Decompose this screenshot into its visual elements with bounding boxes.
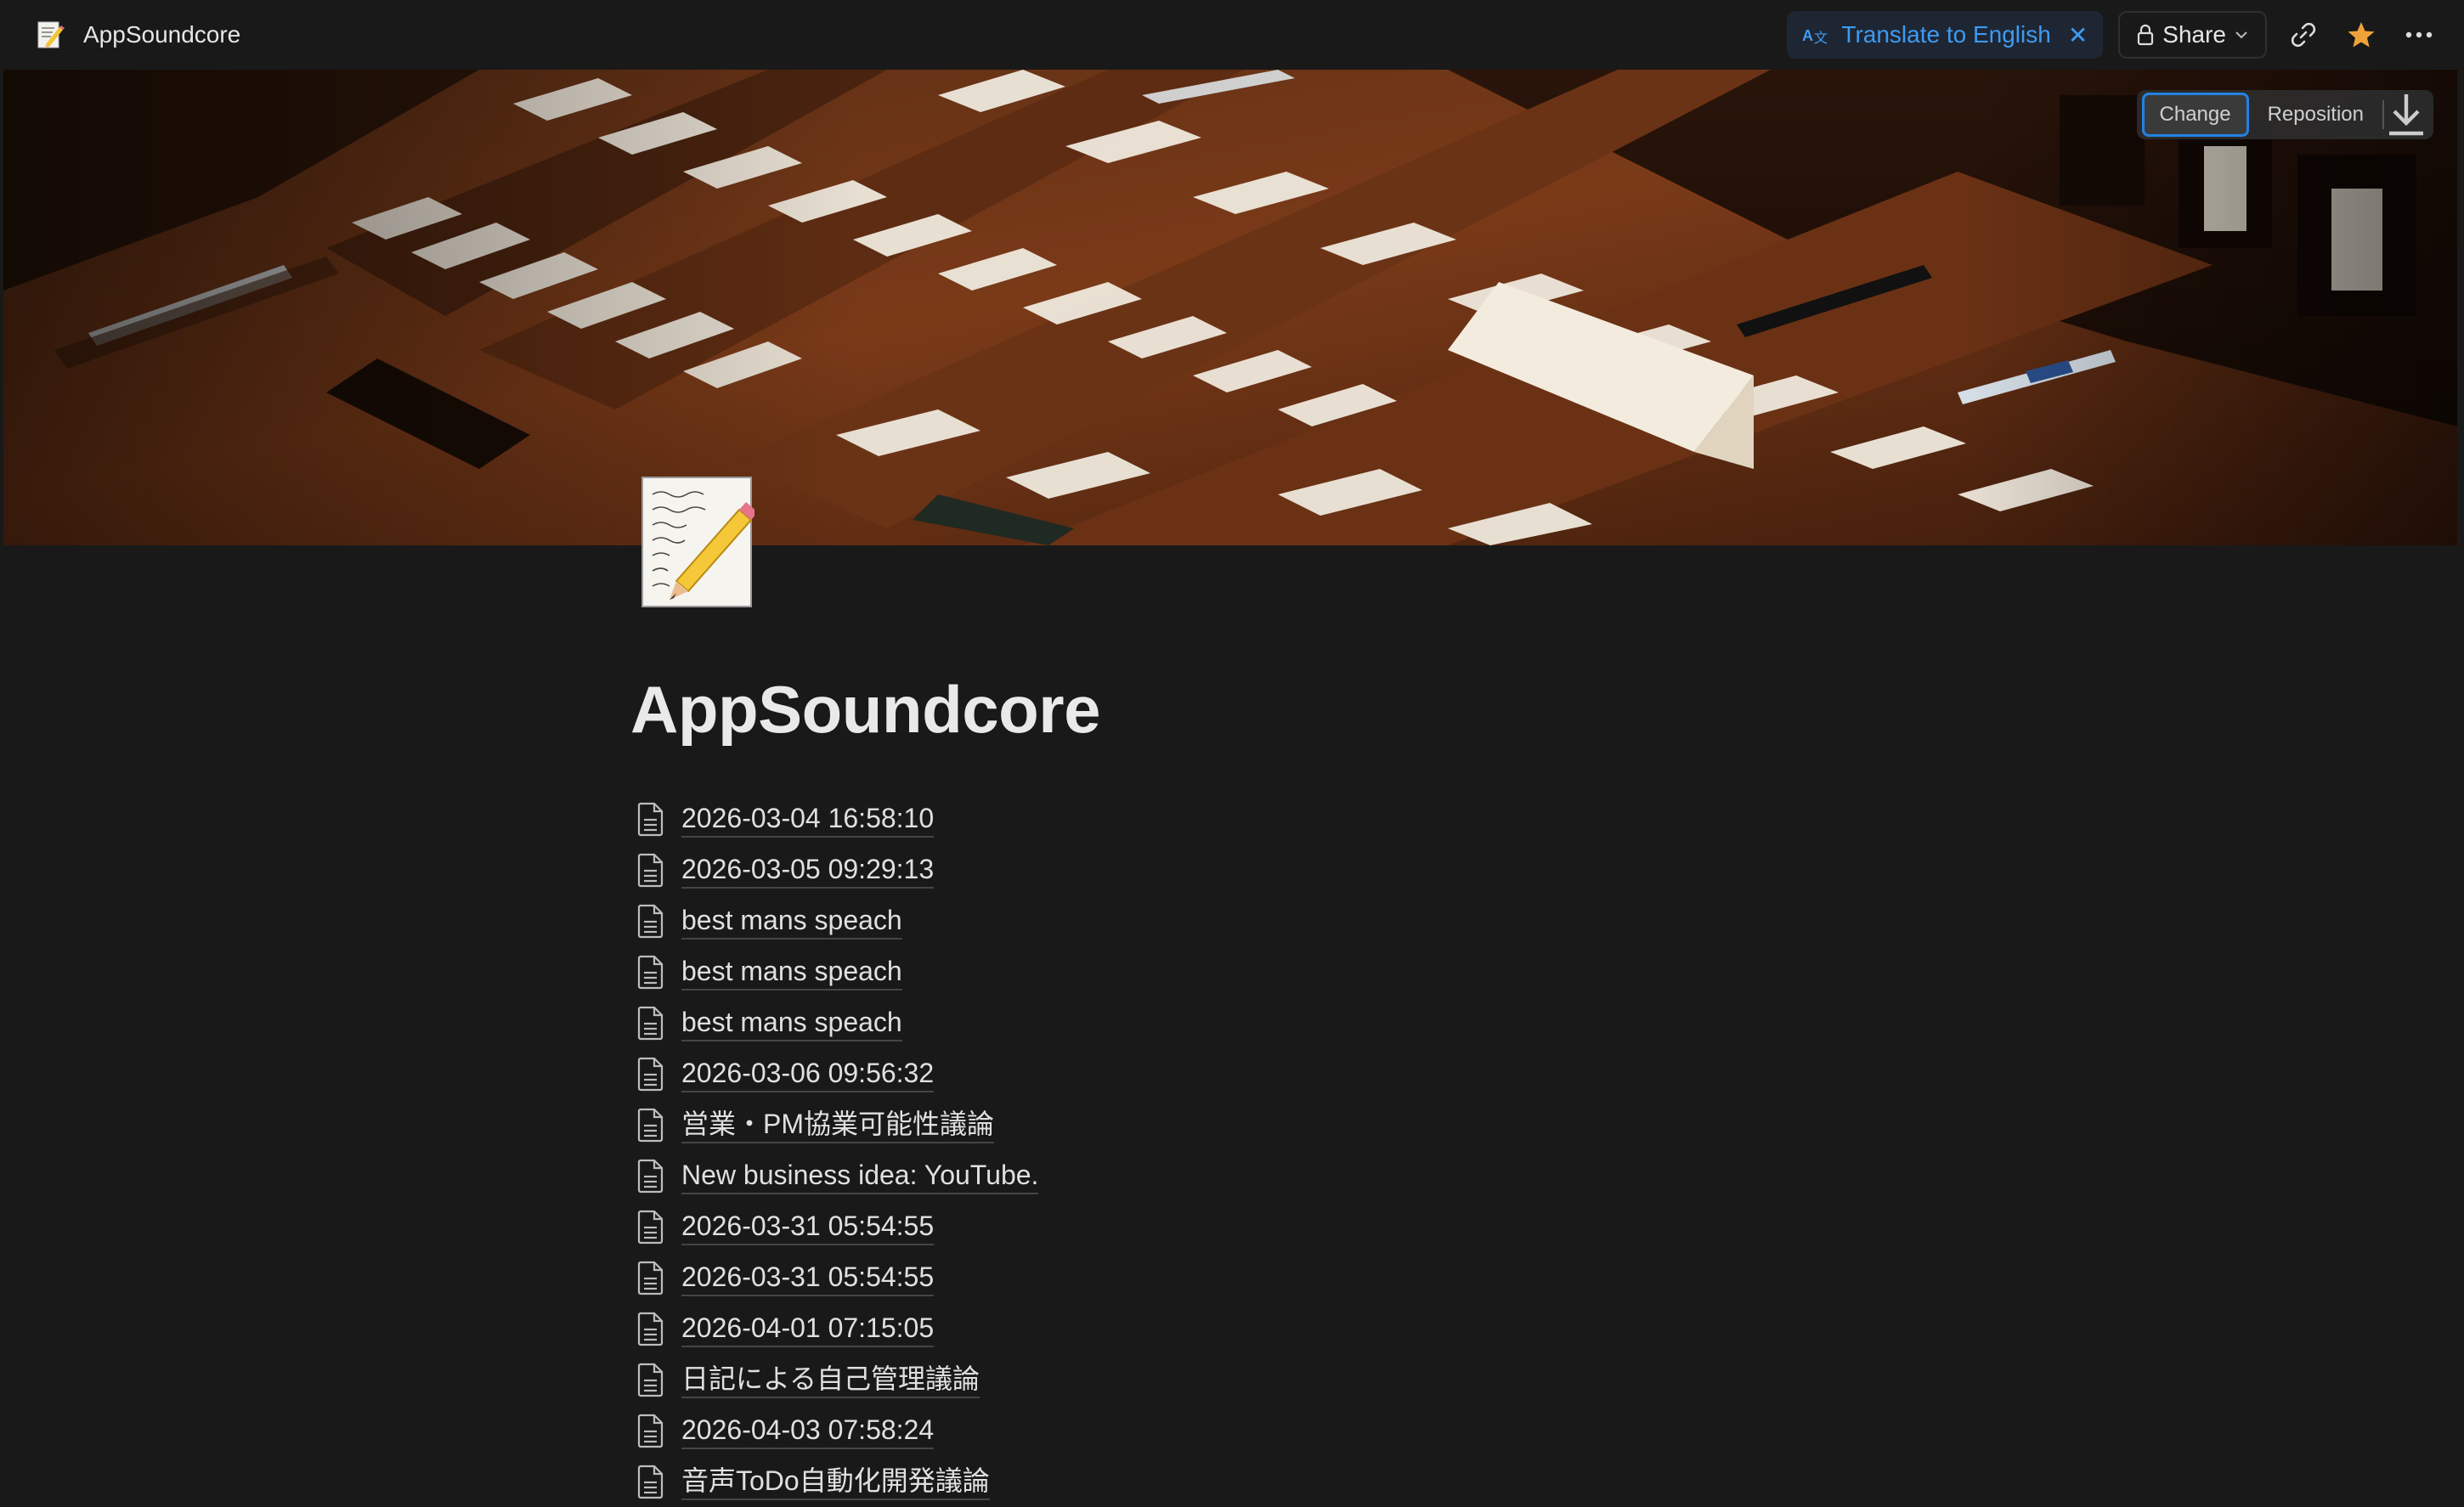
svg-text:文: 文 (1814, 30, 1828, 46)
page-icon (637, 1108, 664, 1143)
page-link[interactable]: best mans speach (681, 1005, 902, 1041)
memo-icon[interactable] (639, 474, 754, 610)
list-item[interactable]: best mans speach (634, 997, 1038, 1048)
page-link[interactable]: 2026-03-31 05:54:55 (681, 1260, 935, 1296)
svg-text:A: A (1802, 27, 1813, 44)
page-link[interactable]: best mans speach (681, 954, 902, 991)
favorite-button[interactable] (2340, 14, 2382, 56)
close-icon[interactable]: ✕ (2068, 21, 2088, 49)
page-icon (637, 853, 664, 888)
list-item[interactable]: 2026-03-05 09:29:13 (634, 844, 1038, 895)
page-icon (637, 1363, 664, 1397)
top-bar: AppSoundcore A 文 Translate to English ✕ … (0, 0, 2464, 70)
page-icon (637, 1414, 664, 1448)
page-link[interactable]: 2026-04-01 07:15:05 (681, 1311, 935, 1347)
list-item[interactable]: 2026-03-06 09:56:32 (634, 1048, 1038, 1099)
page-link[interactable]: best mans speach (681, 903, 902, 940)
change-cover-button[interactable]: Change (2141, 93, 2249, 137)
list-item[interactable]: 2026-03-31 05:54:55 (634, 1201, 1038, 1252)
page-link[interactable]: 2026-04-03 07:58:24 (681, 1413, 935, 1449)
page-icon (637, 904, 664, 939)
list-item[interactable]: 2026-03-04 16:58:10 (634, 793, 1038, 844)
list-item[interactable]: New business idea: YouTube. (634, 1150, 1039, 1201)
list-item[interactable]: best mans speach (634, 895, 1038, 946)
page-icon (637, 1465, 664, 1499)
page-icon (637, 955, 664, 990)
translate-button[interactable]: A 文 Translate to English ✕ (1787, 11, 2104, 59)
page-icon (637, 1159, 664, 1194)
cover-photo (3, 70, 2457, 545)
memo-icon (37, 21, 65, 48)
list-item[interactable]: 音声ToDo自動化開発議論 (634, 1456, 1038, 1507)
page-icon (637, 1261, 664, 1295)
page-link[interactable]: 2026-03-31 05:54:55 (681, 1209, 935, 1245)
copy-link-button[interactable] (2282, 14, 2325, 56)
breadcrumb[interactable]: AppSoundcore (0, 20, 240, 49)
share-label: Share (2162, 21, 2226, 48)
page-link[interactable]: New business idea: YouTube. (681, 1158, 1039, 1194)
lock-icon (2138, 24, 2154, 46)
share-button[interactable]: Share (2118, 11, 2267, 59)
subpage-list: 2026-03-04 16:58:10 2026-03-05 09:29:13 … (634, 793, 1039, 1507)
page-link[interactable]: 2026-03-06 09:56:32 (681, 1056, 935, 1092)
more-icon (2405, 31, 2433, 38)
more-button[interactable] (2398, 14, 2440, 56)
breadcrumb-title[interactable]: AppSoundcore (83, 21, 240, 48)
page-link[interactable]: 日記による自己管理議論 (681, 1362, 981, 1398)
page-icon (637, 1210, 664, 1245)
page-link[interactable]: 音声ToDo自動化開発議論 (681, 1464, 990, 1500)
page-icon (637, 1057, 664, 1092)
page-icon (637, 802, 664, 837)
list-item[interactable]: 日記による自己管理議論 (634, 1354, 1038, 1405)
download-icon (2389, 94, 2423, 136)
cover-image[interactable]: Change Reposition (3, 70, 2457, 545)
list-item[interactable]: 2026-03-31 05:54:55 (634, 1252, 1038, 1303)
cover-controls: Change Reposition (2136, 90, 2433, 139)
download-cover-button[interactable] (2384, 70, 2428, 353)
list-item[interactable]: 営業・PM協業可能性議論 (634, 1099, 1038, 1150)
translate-label: Translate to English (1841, 21, 2051, 48)
reposition-cover-button[interactable]: Reposition (2249, 103, 2382, 127)
link-icon (2291, 22, 2316, 48)
page-icon (637, 1006, 664, 1041)
star-icon (2348, 22, 2375, 48)
page-link[interactable]: 営業・PM協業可能性議論 (681, 1107, 995, 1143)
list-item[interactable]: best mans speach (634, 946, 1038, 997)
page-link[interactable]: 2026-03-05 09:29:13 (681, 852, 935, 889)
list-item[interactable]: 2026-04-01 07:15:05 (634, 1303, 1038, 1354)
list-item[interactable]: 2026-04-03 07:58:24 (634, 1405, 1038, 1456)
chevron-down-icon (2235, 31, 2247, 39)
page-icon (637, 1312, 664, 1346)
page-link[interactable]: 2026-03-04 16:58:10 (681, 801, 935, 838)
translate-icon: A 文 (1802, 27, 1828, 46)
page-title[interactable]: AppSoundcore (630, 671, 1101, 748)
